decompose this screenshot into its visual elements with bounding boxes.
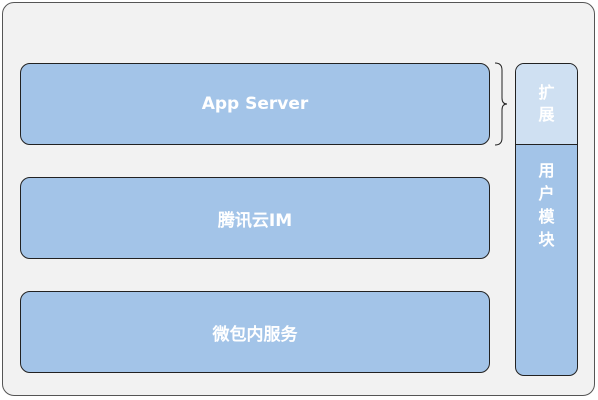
user-module-char: 用 (538, 161, 555, 180)
user-module-char: 户 (538, 184, 555, 203)
layer-app-server: App Server (20, 63, 490, 145)
layer-internal-services: 微包内服务 (20, 291, 490, 373)
layer-label: 微包内服务 (212, 324, 298, 345)
curly-brace-icon (494, 62, 508, 146)
extension-block: 扩 展 (516, 64, 577, 145)
layer-label: App Server (201, 94, 309, 114)
user-module-char: 模 (538, 207, 555, 226)
user-module-column: 扩 展 用 户 模 块 (515, 63, 578, 376)
layer-tencent-cloud-im: 腾讯云IM (20, 177, 490, 259)
extension-char: 扩 (538, 83, 555, 102)
extension-char: 展 (538, 105, 555, 124)
architecture-diagram: App Server 腾讯云IM 微包内服务 扩 展 用 户 模 块 (0, 0, 598, 400)
layer-label: 腾讯云IM (217, 210, 293, 231)
user-module-char: 块 (538, 230, 555, 249)
user-module-block: 用 户 模 块 (516, 145, 577, 375)
